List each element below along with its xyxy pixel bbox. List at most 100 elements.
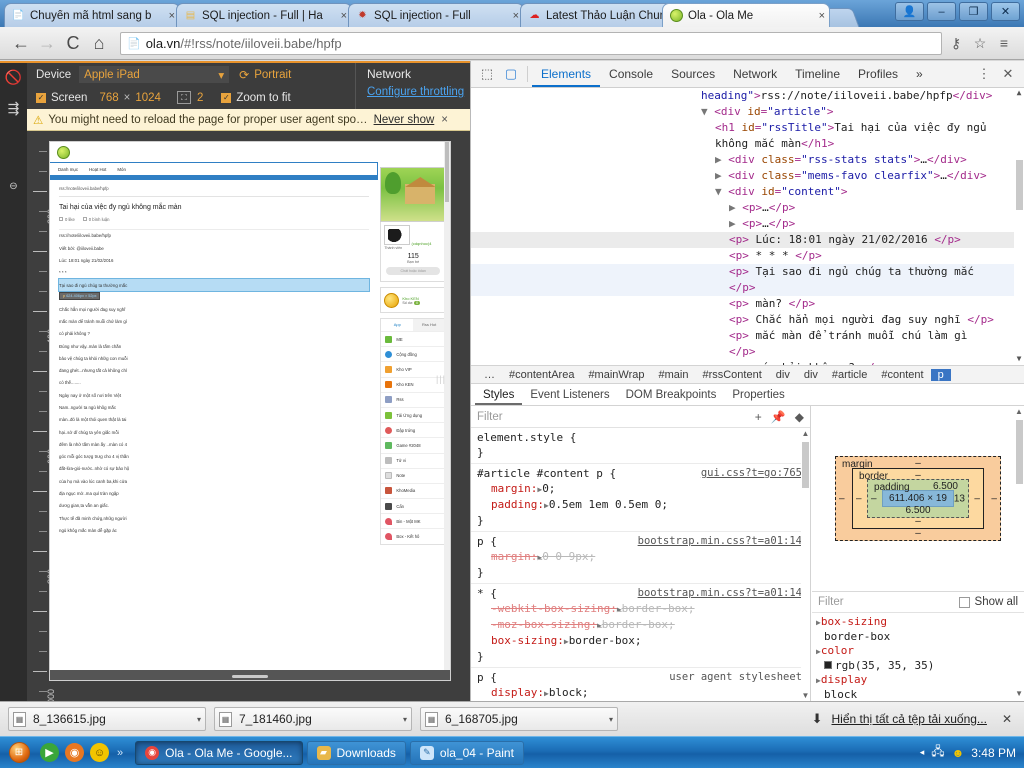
network-icon[interactable]: 🖧: [931, 742, 944, 763]
box-model-margin[interactable]: margin – – – – border – – – – padding 6.…: [835, 456, 1001, 541]
box-model-padding[interactable]: padding 6.500 6.500 – 13 611.406 × 19: [867, 479, 969, 518]
inspect-element-icon[interactable]: ⬚: [475, 63, 499, 85]
dom-node[interactable]: heading">rss://note/iiloveii.babe/hpfp</…: [471, 88, 1024, 104]
tray-expand-icon[interactable]: ◂: [920, 747, 925, 758]
sliders-icon[interactable]: ⇶: [8, 100, 20, 117]
tab-rss-hot[interactable]: Rss Hot: [413, 319, 445, 331]
forward-icon[interactable]: →: [34, 30, 60, 56]
box-model-diagram[interactable]: margin – – – – border – – – – padding 6.…: [812, 406, 1024, 591]
download-item[interactable]: ▦ 8_136615.jpg ▾: [8, 707, 206, 731]
list-item[interactable]: Box - Kết hô: [381, 528, 445, 543]
orientation-value[interactable]: Portrait: [254, 69, 291, 81]
css-rule-origin[interactable]: gui.css?t=go:765: [701, 466, 802, 481]
close-button[interactable]: ✕: [991, 2, 1020, 21]
tab-styles[interactable]: Styles: [475, 384, 522, 405]
chevron-down-icon[interactable]: ▾: [197, 715, 201, 724]
comment-count[interactable]: 0 bình luận: [83, 217, 110, 222]
css-declaration[interactable]: padding:▶0.5em 1em 0.5em 0;: [477, 497, 810, 513]
dom-node[interactable]: <p> Lúc: 18:01 ngày 21/02/2016 </p>: [471, 232, 1024, 248]
devtools-close-icon[interactable]: ✕: [996, 63, 1020, 85]
css-rule[interactable]: element.style {}: [471, 428, 810, 464]
styles-filter-input[interactable]: Filter: [477, 411, 503, 423]
scroll-up-icon[interactable]: ▲: [1014, 407, 1024, 416]
css-rule[interactable]: user agent stylesheetp {display:▶block;-…: [471, 668, 810, 701]
css-rule-origin[interactable]: user agent stylesheet: [669, 670, 802, 685]
pin-icon[interactable]: 📌: [771, 410, 786, 424]
zoom-to-fit-checkbox[interactable]: ✓: [221, 93, 231, 103]
browser-tab-3[interactable]: ✹ SQL injection - Full ×: [348, 3, 524, 27]
list-item[interactable]: ME: [381, 331, 445, 346]
tab-properties[interactable]: Properties: [724, 384, 792, 405]
dom-node[interactable]: ▶ <p>…</p>: [471, 200, 1024, 216]
taskbar-button-paint[interactable]: ✎ ola_04 - Paint: [410, 741, 524, 765]
more-tabs-icon[interactable]: »: [907, 61, 932, 87]
computed-row[interactable]: ▶box-sizing: [816, 615, 1024, 630]
reload-icon[interactable]: C: [60, 30, 86, 56]
element-state-icon[interactable]: ◆: [795, 410, 804, 424]
list-item[interactable]: Game #2048: [381, 437, 445, 452]
breadcrumb-contentarea[interactable]: #contentArea: [502, 369, 581, 381]
chevron-down-icon[interactable]: ▾: [609, 715, 613, 724]
breadcrumb-ellipsis[interactable]: …: [477, 369, 502, 381]
dom-tree[interactable]: <div class="panelheading">rss://note/iil…: [471, 88, 1024, 365]
rotate-icon[interactable]: ⟳: [239, 68, 249, 82]
css-declaration[interactable]: margin:▶0 0 9px;: [477, 549, 810, 565]
tab-elements[interactable]: Elements: [532, 61, 600, 87]
breadcrumb-div-1[interactable]: div: [769, 369, 797, 381]
padding-top-value[interactable]: 6.500: [933, 481, 958, 492]
address-bar[interactable]: 📄 ola.vn/#!rss/note/iiloveii.babe/hpfp: [120, 32, 942, 55]
list-item[interactable]: Bin - Một MK: [381, 513, 445, 528]
browser-tab-5[interactable]: Ola - Ola Me ×: [662, 3, 830, 27]
media-player-icon[interactable]: ▶: [40, 743, 59, 762]
scroll-up-icon[interactable]: ▲: [801, 429, 810, 438]
profile-name[interactable]: (cdqnhoc)4: [412, 241, 432, 246]
dom-node[interactable]: </p>: [471, 344, 1024, 360]
dom-node[interactable]: ▶ <p>…</p>: [471, 216, 1024, 232]
screen-height-input[interactable]: 1024: [135, 92, 161, 104]
download-item[interactable]: ▦ 6_168705.jpg ▾: [420, 707, 618, 731]
scroll-down-icon[interactable]: ▼: [1015, 689, 1023, 698]
key-icon[interactable]: ⚷: [944, 31, 968, 55]
dom-node[interactable]: <h1 id="rssTitle">Tai hại của việc đy ng…: [471, 120, 1024, 136]
kebab-menu-icon[interactable]: ⋮: [972, 63, 996, 85]
computed-row[interactable]: ▶color: [816, 644, 1024, 659]
scroll-down-icon[interactable]: ▼: [801, 691, 810, 700]
breadcrumb-div-2[interactable]: div: [797, 369, 825, 381]
firefox-icon[interactable]: ◉: [65, 743, 84, 762]
css-declaration[interactable]: box-sizing:▶border-box;: [477, 633, 810, 649]
show-all-checkbox[interactable]: [959, 597, 970, 608]
breadcrumb-content[interactable]: #content: [874, 369, 930, 381]
border-right-value[interactable]: –: [974, 493, 980, 504]
breadcrumb-rsscontent[interactable]: #rssContent: [695, 369, 768, 381]
list-item[interactable]: Cẩn: [381, 498, 445, 513]
resize-handle-icon[interactable]: |||: [436, 374, 446, 384]
overflow-icon[interactable]: »: [115, 747, 125, 759]
computed-filter-input[interactable]: Filter: [818, 596, 844, 608]
device-toolbar-icon[interactable]: ▢: [499, 63, 523, 85]
dpr-input[interactable]: 2: [197, 92, 203, 104]
tab-network[interactable]: Network: [724, 61, 786, 87]
dom-node[interactable]: <p> Chắc hẳn mọi người đag suy nghĩ </p>: [471, 312, 1024, 328]
nav-item-mon[interactable]: Món: [117, 167, 126, 172]
list-item[interactable]: KhoMedia: [381, 483, 445, 498]
tab-event-listeners[interactable]: Event Listeners: [522, 384, 617, 405]
taskbar-button-downloads[interactable]: ▰ Downloads: [307, 741, 406, 765]
breadcrumb-main[interactable]: #main: [651, 369, 695, 381]
screen-checkbox[interactable]: ✓: [36, 93, 46, 103]
like-count[interactable]: 0 like: [59, 217, 75, 222]
tab-close-icon[interactable]: ×: [169, 10, 175, 22]
dom-node[interactable]: không mắc màn</h1>: [471, 136, 1024, 152]
bookmark-star-icon[interactable]: ☆: [968, 31, 992, 55]
tab-close-icon[interactable]: ×: [513, 10, 519, 22]
site-logo[interactable]: [50, 142, 450, 162]
download-item[interactable]: ▦ 7_181460.jpg ▾: [214, 707, 412, 731]
list-item[interactable]: Note: [381, 468, 445, 483]
tab-timeline[interactable]: Timeline: [786, 61, 849, 87]
dom-node[interactable]: ▼ <div id="content">: [471, 184, 1024, 200]
nav-item-danh-muc[interactable]: Danh mục: [58, 167, 78, 172]
page-scrollbar[interactable]: [444, 142, 450, 680]
padding-bottom-value[interactable]: 6.500: [905, 505, 930, 516]
dom-node[interactable]: ▼ <div id="article">: [471, 104, 1024, 120]
dom-node[interactable]: <p> màn? </p>: [471, 296, 1024, 312]
user-avatar-button[interactable]: 👤: [895, 2, 924, 21]
